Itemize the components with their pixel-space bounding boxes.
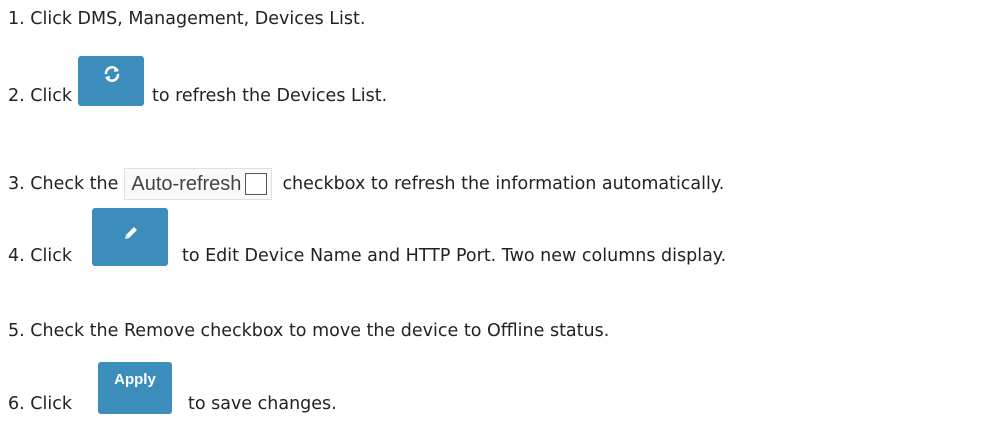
- step-2-prefix: 2. Click: [8, 86, 72, 106]
- step-5-text: 5. Check the Remove checkbox to move the…: [8, 321, 610, 341]
- auto-refresh-checkbox[interactable]: [245, 173, 268, 195]
- edit-button[interactable]: [91, 208, 168, 266]
- step-6-prefix: 6. Click: [8, 394, 72, 414]
- auto-refresh-label: Auto-refresh: [131, 172, 242, 195]
- pencil-icon: [124, 227, 137, 239]
- apply-button[interactable]: Apply: [97, 362, 172, 414]
- step-6-suffix: to save changes.: [187, 394, 337, 414]
- apply-button-label: Apply: [114, 371, 156, 388]
- step-3: 3. Check the Auto-refresh checkbox to re…: [8, 168, 724, 200]
- step-3-suffix: checkbox to refresh the information auto…: [282, 174, 725, 194]
- refresh-button[interactable]: [77, 56, 144, 106]
- refresh-icon: [104, 66, 120, 82]
- step-4-prefix: 4. Click: [8, 246, 72, 266]
- auto-refresh-control: Auto-refresh: [124, 168, 273, 200]
- step-3-prefix: 3. Check the: [8, 174, 119, 194]
- step-1-text: 1. Click DMS, Management, Devices List.: [8, 9, 366, 29]
- step-4: 4. Click to Edit Device Name and HTTP Po…: [8, 208, 726, 266]
- step-4-suffix: to Edit Device Name and HTTP Port. Two n…: [181, 246, 727, 266]
- step-6: 6. Click Apply to save changes.: [8, 362, 337, 414]
- step-2: 2. Click to refresh the Devices List.: [8, 56, 387, 106]
- step-5: 5. Check the Remove checkbox to move the…: [8, 320, 609, 342]
- step-2-suffix: to refresh the Devices List.: [151, 86, 388, 106]
- step-1: 1. Click DMS, Management, Devices List.: [8, 8, 365, 30]
